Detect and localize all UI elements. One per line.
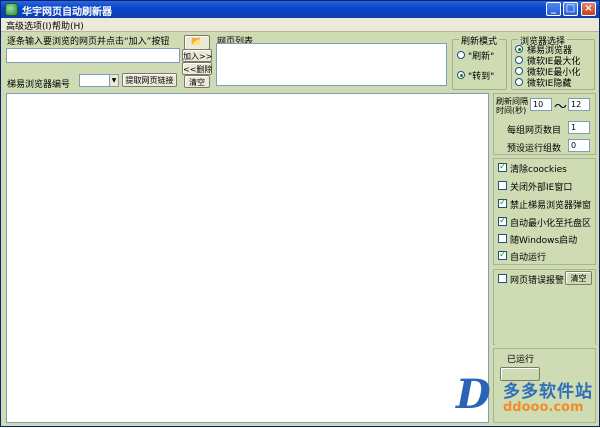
watermark: D 多多软件站 ddooo.com xyxy=(456,371,600,428)
interval-label: 刷新间隔 时间(秒) xyxy=(496,97,528,115)
browser-ie-max-radio[interactable] xyxy=(515,56,523,64)
interval-min-input[interactable]: 10 xyxy=(530,98,552,111)
close-external-ie-label: 关闭外部IE窗口 xyxy=(510,183,573,193)
minimize-to-tray-label: 自动最小化至托盘区 xyxy=(510,219,592,229)
refresh-mode-goto-radio[interactable] xyxy=(457,71,465,79)
url-input-prompt: 逐条输入要浏览的网页并点击“加入”按钮 xyxy=(7,37,170,47)
browser-ie-min-radio[interactable] xyxy=(515,67,523,75)
menu-bar: 高级选项(I) 帮助(H) xyxy=(1,18,599,32)
run-groups-label: 预设运行组数 xyxy=(507,144,562,154)
maximize-button[interactable]: □ xyxy=(563,2,578,16)
group-pages-input[interactable]: 1 xyxy=(568,121,590,134)
error-alarm-checkbox[interactable] xyxy=(498,274,507,283)
open-file-button[interactable]: 📂 xyxy=(184,35,210,50)
url-list[interactable] xyxy=(216,43,447,86)
refresh-mode-group: 刷新模式 xyxy=(452,34,507,90)
refresh-mode-refresh-radio[interactable] xyxy=(457,51,465,59)
refresh-mode-title: 刷新模式 xyxy=(459,34,500,47)
block-popups-checkbox[interactable]: ✓ xyxy=(498,199,507,208)
watermark-url: ddooo.com xyxy=(503,400,584,415)
window-title: 华宇网页自动刷新器 xyxy=(22,7,112,18)
app-icon xyxy=(5,3,18,16)
close-button[interactable]: × xyxy=(581,2,596,16)
clear-cookies-checkbox[interactable]: ✓ xyxy=(498,163,507,172)
chevron-down-icon[interactable]: ▼ xyxy=(109,75,118,86)
add-button[interactable]: 加入>> xyxy=(182,49,212,62)
watermark-site-name: 多多软件站 xyxy=(503,382,593,402)
clear-cookies-label: 清除coockies xyxy=(510,165,567,175)
close-external-ie-checkbox[interactable] xyxy=(498,181,507,190)
interval-separator: 〜 xyxy=(554,100,568,115)
fetch-links-button[interactable]: 提取网页链接 xyxy=(122,73,177,87)
minimize-to-tray-checkbox[interactable]: ✓ xyxy=(498,217,507,226)
auto-run-label: 自动运行 xyxy=(510,253,547,263)
clear-urls-button[interactable]: 清空 xyxy=(184,75,210,88)
run-groups-input[interactable]: 0 xyxy=(568,139,590,152)
auto-run-checkbox[interactable]: ✓ xyxy=(498,251,507,260)
folder-open-icon: 📂 xyxy=(191,37,203,47)
title-bar[interactable]: 华宇网页自动刷新器 _ □ × xyxy=(1,1,599,18)
group-pages-label: 每组网页数目 xyxy=(507,126,562,136)
minimize-button[interactable]: _ xyxy=(546,2,561,16)
browser-ie-hidden-radio[interactable] xyxy=(515,78,523,86)
refresh-mode-goto-label: "转到" xyxy=(468,72,495,82)
watermark-logo-icon: D xyxy=(456,371,491,418)
interval-max-input[interactable]: 12 xyxy=(568,98,590,111)
app-window: 华宇网页自动刷新器 _ □ × 高级选项(I) 帮助(H) 逐条输入要浏览的网页… xyxy=(0,0,600,427)
browser-ie-hidden-label: 微软IE隐藏 xyxy=(527,79,572,89)
start-with-windows-checkbox[interactable] xyxy=(498,234,507,243)
block-popups-label: 禁止梯易浏览器弹窗 xyxy=(510,201,592,211)
main-log-list[interactable] xyxy=(6,93,489,423)
browser-id-select[interactable]: ▼ xyxy=(79,74,119,87)
remove-button[interactable]: <<删除 xyxy=(182,62,212,75)
clear-errors-button[interactable]: 清空 xyxy=(565,271,592,285)
refresh-mode-refresh-label: "刷新" xyxy=(468,52,495,62)
start-with-windows-label: 随Windows启动 xyxy=(510,236,578,246)
error-list[interactable] xyxy=(495,285,595,345)
menu-advanced-options[interactable]: 高级选项(I) xyxy=(6,19,52,32)
ran-label: 已运行 xyxy=(507,355,535,365)
url-input[interactable] xyxy=(6,48,180,63)
browser-tiyi-radio[interactable] xyxy=(515,45,523,53)
menu-help[interactable]: 帮助(H) xyxy=(52,19,84,32)
browser-id-label: 梯易浏览器编号 xyxy=(7,80,71,90)
